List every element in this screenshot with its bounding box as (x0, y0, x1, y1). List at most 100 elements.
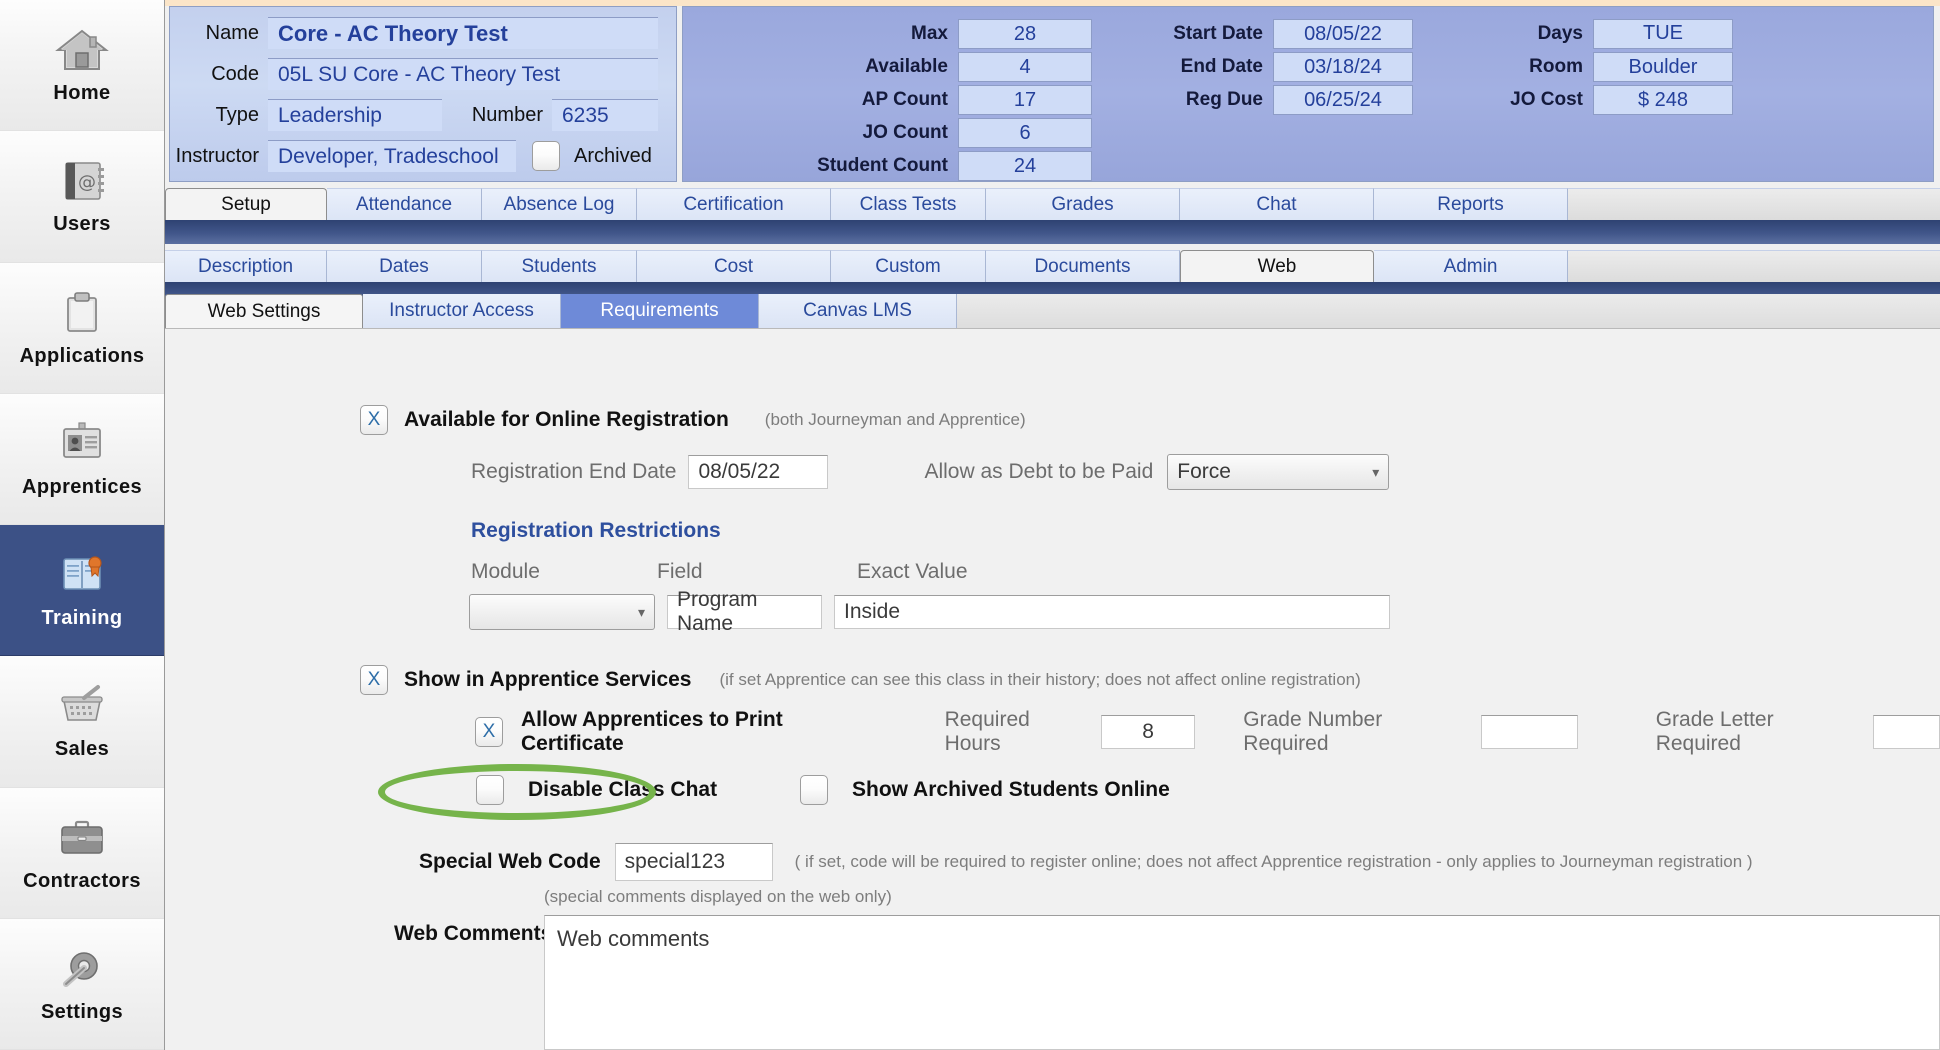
tab-students[interactable]: Students (482, 250, 637, 282)
stat-value-available[interactable]: 4 (958, 52, 1092, 82)
stat-row-room: Room Boulder (1443, 52, 1733, 82)
type-label: Type (215, 103, 259, 126)
stat-row-ap-count: AP Count 17 (793, 85, 1092, 115)
stat-value-max[interactable]: 28 (958, 19, 1092, 49)
number-input[interactable]: 6235 (552, 99, 658, 131)
special-web-code-note: ( if set, code will be required to regis… (794, 852, 1753, 871)
name-input[interactable]: Core - AC Theory Test (268, 17, 658, 49)
stat-label: Room (1529, 56, 1583, 77)
days-input[interactable]: TUE FRI (1593, 19, 1733, 49)
stat-row-jo-cost: JO Cost $ 248 (1443, 85, 1733, 115)
name-label: Name (205, 21, 259, 44)
required-hours-label: Required Hours (944, 708, 1030, 755)
sidebar-item-settings[interactable]: Settings (0, 918, 164, 1050)
briefcase-icon (54, 813, 110, 863)
tab-cost[interactable]: Cost (637, 250, 831, 282)
show-apprentice-note: (if set Apprentice can see this class in… (719, 670, 1361, 689)
tab-class-tests[interactable]: Class Tests (831, 188, 986, 220)
tab-web[interactable]: Web (1180, 250, 1374, 282)
disable-class-chat-checkbox[interactable] (476, 775, 504, 805)
sidebar-item-applications[interactable]: Applications (0, 262, 164, 394)
sidebar-item-contractors[interactable]: Contractors (0, 787, 164, 919)
tab-reports[interactable]: Reports (1374, 188, 1568, 220)
stat-value-ap-count[interactable]: 17 (958, 85, 1092, 115)
type-field-row: Type Leadership Number 6235 (170, 99, 658, 131)
grade-letter-input[interactable] (1872, 715, 1940, 749)
sidebar-item-label: Home (53, 82, 111, 105)
reg-due-input[interactable]: 06/25/24 (1273, 85, 1413, 115)
subtab-web-settings[interactable]: Web Settings (165, 294, 363, 328)
web-comments-label: Web Comments (394, 922, 553, 945)
jo-cost-input[interactable]: $ 248 (1593, 85, 1733, 115)
tab-description[interactable]: Description (165, 250, 327, 282)
room-input[interactable]: Boulder (1593, 52, 1733, 82)
tab-setup[interactable]: Setup (165, 188, 327, 220)
registration-restrictions-title: Registration Restrictions (471, 519, 721, 543)
registration-end-date-row: Registration End Date 08/05/22 Allow as … (471, 454, 1390, 490)
web-comments-textarea[interactable]: Web comments (544, 915, 1940, 1050)
end-date-input[interactable]: 03/18/24 (1273, 52, 1413, 82)
tab-custom[interactable]: Custom (831, 250, 986, 282)
module-select[interactable]: ▾ (469, 594, 655, 630)
tab-admin[interactable]: Admin (1374, 250, 1568, 282)
tab-separator-bar-1 (165, 220, 1940, 244)
class-stats-panel: Max 28 Available 4 AP Count 17 JO Count … (682, 6, 1934, 182)
stat-label: Days (1537, 23, 1583, 44)
address-book-icon: @ (54, 156, 110, 206)
field-label: Field (657, 560, 703, 583)
required-hours-input[interactable]: 8 (1101, 715, 1196, 749)
stat-label: Start Date (1173, 23, 1263, 44)
available-online-label: Available for Online Registration (404, 408, 729, 431)
tab-documents[interactable]: Documents (986, 250, 1180, 282)
exact-value-input[interactable]: Inside (834, 595, 1390, 629)
field-input[interactable]: Program Name (667, 588, 822, 635)
tab-dates[interactable]: Dates (327, 250, 482, 282)
sidebar-item-users[interactable]: @ Users (0, 131, 164, 263)
subtab-instructor-access[interactable]: Instructor Access (363, 294, 561, 328)
allow-debt-select[interactable]: Force ▾ (1167, 454, 1390, 490)
special-web-code-label: Special Web Code (419, 850, 601, 873)
tab-chat[interactable]: Chat (1180, 188, 1374, 220)
stat-row-max: Max 28 (793, 19, 1092, 49)
archived-checkbox[interactable] (532, 141, 560, 171)
tab-grades[interactable]: Grades (986, 188, 1180, 220)
type-input[interactable]: Leadership (268, 99, 442, 131)
subtab-canvas-lms[interactable]: Canvas LMS (759, 294, 957, 328)
special-web-code-input[interactable]: special123 (614, 843, 773, 881)
tab-certification[interactable]: Certification (637, 188, 831, 220)
restrictions-header-row: Module Field Exact Value (471, 560, 968, 584)
stat-value-student-count[interactable]: 24 (958, 151, 1092, 181)
secondary-tabbar: Description Dates Students Cost Custom D… (165, 250, 1940, 282)
days-line1: TUE (1643, 22, 1683, 44)
stat-row-reg-due: Reg Due 06/25/24 (1123, 85, 1413, 115)
svg-text:@: @ (78, 172, 96, 193)
sidebar-item-training[interactable]: Training (0, 525, 164, 657)
shopping-basket-icon (54, 681, 110, 731)
tab-absence-log[interactable]: Absence Log (482, 188, 637, 220)
days-line2: FRI (1647, 45, 1679, 48)
grade-number-input[interactable] (1481, 715, 1578, 749)
sidebar-item-apprentices[interactable]: Apprentices (0, 393, 164, 525)
stat-value-jo-count[interactable]: 6 (958, 118, 1092, 148)
instructor-input[interactable]: Developer, Tradeschool (268, 140, 516, 172)
sidebar-item-sales[interactable]: Sales (0, 656, 164, 788)
stat-row-start-date: Start Date 08/05/22 (1123, 19, 1413, 49)
tab-attendance[interactable]: Attendance (327, 188, 482, 220)
stat-label: AP Count (861, 89, 948, 110)
available-online-checkbox[interactable]: X (360, 405, 388, 435)
chevron-down-icon: ▾ (637, 603, 645, 620)
sidebar-item-home[interactable]: Home (0, 0, 164, 132)
print-certificate-checkbox[interactable]: X (475, 717, 503, 747)
registration-end-date-input[interactable]: 08/05/22 (688, 455, 829, 489)
grade-letter-label: Grade Letter Required (1655, 708, 1774, 755)
restrictions-title-text: Registration Restrictions (471, 519, 721, 542)
show-apprentice-checkbox[interactable]: X (360, 665, 388, 695)
show-archived-students-checkbox[interactable] (800, 775, 828, 805)
code-input[interactable]: 05L SU Core - AC Theory Test (268, 58, 658, 90)
web-comments-note: (special comments displayed on the web o… (544, 887, 892, 906)
code-label: Code (211, 62, 259, 85)
id-badge-icon (54, 419, 110, 469)
subtab-requirements[interactable]: Requirements (561, 294, 759, 328)
primary-tabbar: Setup Attendance Absence Log Certificati… (165, 188, 1940, 220)
start-date-input[interactable]: 08/05/22 (1273, 19, 1413, 49)
